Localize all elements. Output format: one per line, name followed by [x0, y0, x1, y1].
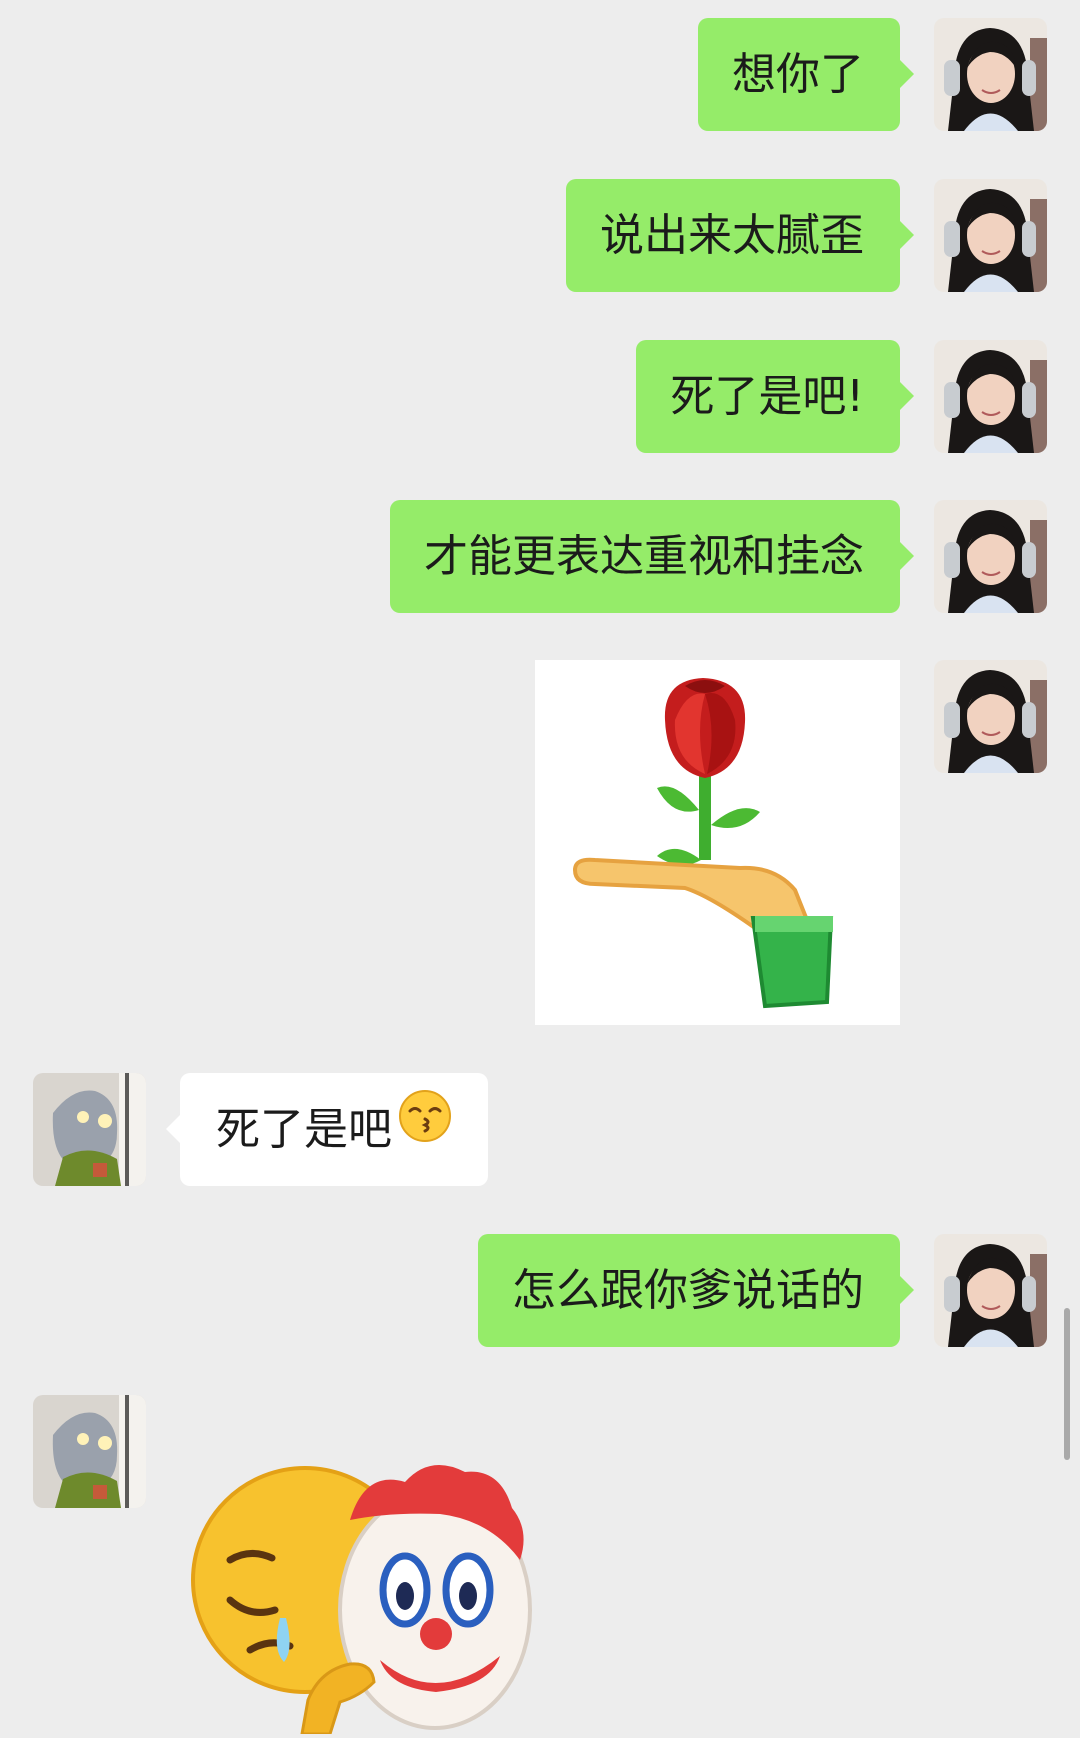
message-text: 说出来太腻歪 [600, 210, 864, 261]
my-avatar[interactable] [934, 18, 1047, 131]
my-message-bubble[interactable]: 才能更表达重视和挂念 [390, 500, 914, 613]
message-text: 死了是吧! [670, 371, 864, 422]
friend-message-bubble[interactable]: 死了是吧 [166, 1072, 488, 1186]
friend-avatar[interactable] [33, 1395, 146, 1508]
my-message-bubble[interactable]: 说出来太腻歪 [566, 179, 914, 292]
my-avatar[interactable] [934, 500, 1047, 613]
message-text: 想你了 [732, 49, 864, 100]
friend-avatar[interactable] [33, 1073, 146, 1186]
kissing-face-emoji [398, 1072, 452, 1185]
scrollbar[interactable] [1064, 1308, 1070, 1460]
rose-in-hand-sticker[interactable] [535, 660, 900, 1025]
message-text: 死了是吧 [216, 1104, 392, 1155]
my-avatar[interactable] [934, 1234, 1047, 1347]
my-message-bubble[interactable]: 想你了 [698, 18, 914, 131]
message-text: 怎么跟你爹说话的 [512, 1265, 864, 1316]
my-avatar[interactable] [934, 340, 1047, 453]
my-avatar[interactable] [934, 660, 1047, 773]
message-text: 才能更表达重视和挂念 [424, 531, 864, 582]
my-message-bubble[interactable]: 死了是吧! [636, 340, 914, 453]
my-avatar[interactable] [934, 179, 1047, 292]
my-message-bubble[interactable]: 怎么跟你爹说话的 [478, 1234, 914, 1347]
sad-face-with-clown-mask-sticker[interactable] [190, 1450, 540, 1736]
